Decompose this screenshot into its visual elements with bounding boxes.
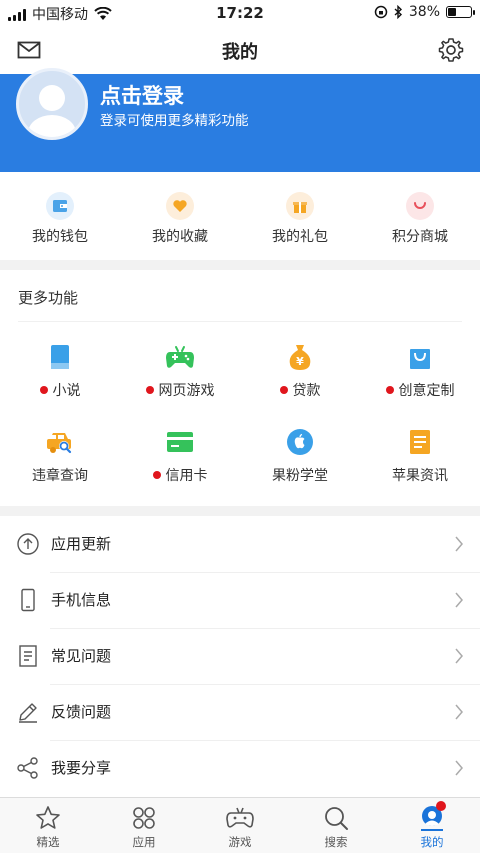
- quick-item-points-mall[interactable]: 积分商城: [360, 172, 480, 260]
- chevron-right-icon: [455, 648, 463, 664]
- quick-label: 我的钱包: [32, 229, 88, 245]
- app-screen: 中国移动 17:22 38% 我的 点击登录 登录可使用更多精彩功能 我的钱包 …: [0, 0, 480, 853]
- login-title[interactable]: 点击登录: [100, 80, 184, 110]
- list-item-label: 我要分享: [51, 759, 112, 777]
- function-label: 信用卡: [165, 468, 208, 484]
- page-title: 我的: [222, 42, 258, 63]
- battery-icon: [446, 6, 475, 18]
- function-label: 苹果资讯: [392, 468, 448, 484]
- phone-icon: [21, 588, 35, 612]
- badge-dot: [152, 471, 161, 479]
- tab-label: 应用: [132, 835, 156, 849]
- function-label: 网页游戏: [158, 383, 215, 399]
- quick-actions: 我的钱包 我的收藏 我的礼包 积分商城: [0, 172, 480, 260]
- credit-card-icon: [165, 427, 195, 457]
- share-icon: [17, 757, 38, 779]
- pencil-icon: [19, 703, 37, 723]
- list-item-phone-info[interactable]: 手机信息: [0, 572, 480, 628]
- notification-badge: [436, 801, 446, 811]
- badge-dot: [385, 386, 394, 394]
- chevron-right-icon: [455, 536, 463, 552]
- tab-label: 精选: [36, 835, 60, 849]
- quick-label: 我的收藏: [152, 229, 208, 245]
- news-icon: [405, 427, 435, 457]
- quick-label: 我的礼包: [272, 229, 328, 245]
- badge-dot: [39, 386, 48, 394]
- book-icon: [45, 342, 75, 372]
- tab-label: 游戏: [228, 835, 252, 849]
- badge-dot: [279, 386, 288, 394]
- gamepad-icon: [165, 342, 195, 372]
- status-bar: 中国移动 17:22 38%: [0, 0, 480, 26]
- list-item-label: 手机信息: [51, 591, 112, 609]
- list-item-feedback[interactable]: 反馈问题: [0, 684, 480, 740]
- star-icon: [36, 806, 60, 829]
- badge-dot: [145, 386, 154, 394]
- chevron-right-icon: [455, 592, 463, 608]
- chevron-right-icon: [455, 760, 463, 776]
- tab-bar: 精选 应用 游戏 搜索 我的: [0, 797, 480, 853]
- bluetooth-icon: [394, 5, 402, 19]
- divider: [18, 321, 462, 322]
- quick-item-favorites[interactable]: 我的收藏: [120, 172, 240, 260]
- function-violation-query[interactable]: 违章查询: [0, 415, 120, 500]
- apple-icon: [285, 427, 315, 457]
- function-label: 贷款: [292, 383, 321, 399]
- quick-item-wallet[interactable]: 我的钱包: [0, 172, 120, 260]
- function-label: 创意定制: [398, 383, 455, 399]
- more-functions: 更多功能 小说 网页游戏 ¥ 贷款 创意定制 违章查询 信用卡 果粉学堂 苹果资…: [0, 270, 480, 506]
- list-item-label: 常见问题: [51, 647, 112, 665]
- document-icon: [19, 645, 37, 667]
- tab-label: 我的: [420, 835, 444, 849]
- tab-search[interactable]: 搜索: [288, 798, 384, 853]
- apps-icon: [133, 807, 155, 829]
- function-grid: 小说 网页游戏 ¥ 贷款 创意定制 违章查询 信用卡 果粉学堂 苹果资讯: [0, 330, 480, 500]
- battery-level: [448, 8, 457, 16]
- function-apple-academy[interactable]: 果粉学堂: [240, 415, 360, 500]
- nav-bar: 我的: [0, 26, 480, 74]
- svg-text:¥: ¥: [296, 355, 304, 368]
- tab-label: 搜索: [324, 835, 348, 849]
- list-item-label: 反馈问题: [51, 703, 112, 721]
- list-item-faq[interactable]: 常见问题: [0, 628, 480, 684]
- tab-me[interactable]: 我的: [384, 798, 480, 853]
- avatar[interactable]: [16, 68, 88, 140]
- tab-featured[interactable]: 精选: [0, 798, 96, 853]
- heart-icon: [166, 192, 194, 220]
- list-item-label: 应用更新: [51, 535, 112, 553]
- avatar-placeholder-icon: [28, 85, 76, 137]
- function-credit-card[interactable]: 信用卡: [120, 415, 240, 500]
- login-banner[interactable]: 点击登录 登录可使用更多精彩功能: [0, 68, 480, 172]
- wallet-icon: [46, 192, 74, 220]
- update-icon: [17, 533, 39, 555]
- gift-icon: [286, 192, 314, 220]
- function-loan[interactable]: ¥ 贷款: [240, 330, 360, 415]
- orientation-lock-icon: [374, 5, 388, 19]
- quick-label: 积分商城: [392, 229, 448, 245]
- chevron-right-icon: [455, 704, 463, 720]
- tab-games[interactable]: 游戏: [192, 798, 288, 853]
- tab-apps[interactable]: 应用: [96, 798, 192, 853]
- quick-item-gifts[interactable]: 我的礼包: [240, 172, 360, 260]
- game-icon: [226, 807, 254, 828]
- function-apple-news[interactable]: 苹果资讯: [360, 415, 480, 500]
- function-web-games[interactable]: 网页游戏: [120, 330, 240, 415]
- function-label: 违章查询: [32, 468, 88, 484]
- search-icon: [325, 807, 348, 830]
- function-custom-design[interactable]: 创意定制: [360, 330, 480, 415]
- shopping-bag-icon: [405, 342, 435, 372]
- login-subtitle: 登录可使用更多精彩功能: [100, 113, 249, 129]
- settings-list: 应用更新 手机信息 常见问题 反馈问题 我要分享: [0, 516, 480, 797]
- car-search-icon: [45, 427, 75, 457]
- list-item-app-update[interactable]: 应用更新: [0, 516, 480, 572]
- gear-icon[interactable]: [438, 37, 464, 63]
- function-novel[interactable]: 小说: [0, 330, 120, 415]
- function-label: 果粉学堂: [272, 468, 328, 484]
- list-item-share[interactable]: 我要分享: [0, 740, 480, 796]
- battery-percent: 38%: [408, 4, 440, 20]
- money-bag-icon: ¥: [285, 342, 315, 372]
- function-label: 小说: [52, 383, 81, 399]
- shop-icon: [406, 192, 434, 220]
- section-title: 更多功能: [18, 289, 79, 307]
